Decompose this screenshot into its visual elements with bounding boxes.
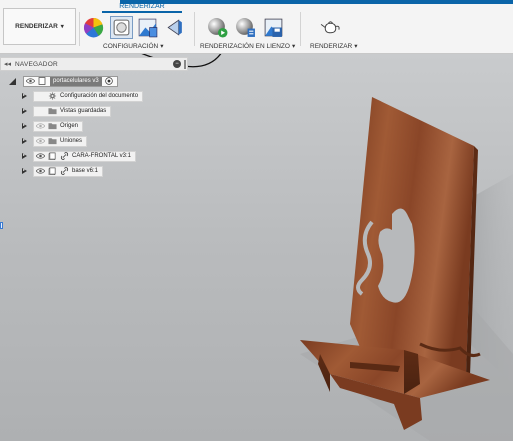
tree-item-label: CARA-FRONTAL v3:1	[72, 153, 132, 159]
in-canvas-render-icon[interactable]	[207, 17, 228, 38]
in-canvas-render-settings-icon[interactable]	[235, 17, 256, 38]
visibility-eye-icon[interactable]	[36, 153, 45, 159]
folder-icon	[48, 138, 57, 145]
link-icon	[60, 167, 69, 175]
divider	[79, 12, 80, 46]
visibility-eye-hidden-icon[interactable]	[36, 138, 45, 144]
workspace-switcher-button[interactable]: RENDERIZAR ▾	[3, 8, 76, 45]
tree-item-label: base v6:1	[72, 168, 99, 174]
document-icon	[38, 77, 46, 85]
tree-row-root[interactable]: portacelulares v3	[8, 75, 118, 87]
divider	[300, 12, 301, 46]
tree-item-label: portacelulares v3	[50, 76, 102, 86]
folder-icon	[48, 108, 57, 115]
expand-triangle-icon[interactable]	[20, 137, 29, 146]
expand-triangle-icon[interactable]	[20, 122, 29, 131]
tree-row-origin[interactable]: Origen	[20, 120, 84, 132]
expand-triangle-icon[interactable]	[20, 92, 29, 101]
appearance-icon[interactable]	[83, 17, 104, 38]
component-icon	[48, 167, 56, 175]
workspace-label: RENDERIZAR	[15, 23, 58, 30]
tree-row-saved-views[interactable]: Vistas guardadas	[20, 105, 112, 117]
group-label-render[interactable]: RENDERIZAR ▾	[310, 42, 358, 50]
folder-icon	[48, 123, 57, 130]
group-label-in-canvas-render[interactable]: RENDERIZACIÓN EN LIENZO ▾	[200, 42, 295, 50]
panel-pin-handle[interactable]	[0, 222, 3, 229]
tab-render[interactable]: RENDERIZAR	[102, 3, 182, 13]
scene-settings-button[interactable]	[110, 16, 133, 39]
decal-icon[interactable]	[164, 17, 185, 38]
group-label-setup[interactable]: CONFIGURACIÓN ▾	[103, 42, 164, 50]
component-icon	[48, 152, 56, 160]
texture-map-icon[interactable]	[137, 17, 158, 38]
scene-settings-icon	[113, 19, 130, 36]
render-teapot-icon[interactable]	[320, 17, 341, 38]
tree-row-front-face[interactable]: CARA-FRONTAL v3:1	[20, 150, 137, 162]
visibility-eye-hidden-icon[interactable]	[36, 123, 45, 129]
expand-triangle-icon[interactable]	[20, 167, 29, 176]
tree-item-label: Uniones	[60, 138, 83, 144]
title-strip	[0, 0, 513, 4]
visibility-eye-icon[interactable]	[26, 78, 35, 84]
capture-image-icon[interactable]	[263, 17, 284, 38]
gear-icon	[48, 92, 57, 100]
collapse-panel-icon[interactable]: −	[173, 60, 181, 68]
navigator-title: NAVEGADOR	[15, 60, 58, 68]
chevron-down-icon: ▾	[60, 24, 64, 30]
tree-item-label: Origen	[60, 123, 79, 129]
tree-row-base[interactable]: base v6:1	[20, 165, 104, 177]
navigator-header[interactable]: ◂◂ NAVEGADOR −	[0, 57, 188, 71]
panel-handle[interactable]	[184, 60, 186, 69]
divider	[194, 12, 195, 46]
tree-row-document-settings[interactable]: Configuración del documento	[20, 90, 144, 102]
expand-triangle-icon[interactable]	[20, 107, 29, 116]
tree-item-label: Vistas guardadas	[60, 108, 107, 114]
toolbar: RENDERIZAR RENDERIZAR ▾ CONFIGURACIÓN▾	[0, 0, 513, 54]
visibility-eye-icon[interactable]	[36, 168, 45, 174]
tree-row-joints[interactable]: Uniones	[20, 135, 88, 147]
activate-radio-icon[interactable]	[104, 77, 113, 85]
collapse-icon[interactable]: ◂◂	[4, 60, 11, 68]
collapse-triangle-icon[interactable]	[8, 77, 17, 86]
expand-triangle-icon[interactable]	[20, 152, 29, 161]
tree-item-label: Configuración del documento	[60, 93, 139, 99]
link-icon	[60, 152, 69, 160]
